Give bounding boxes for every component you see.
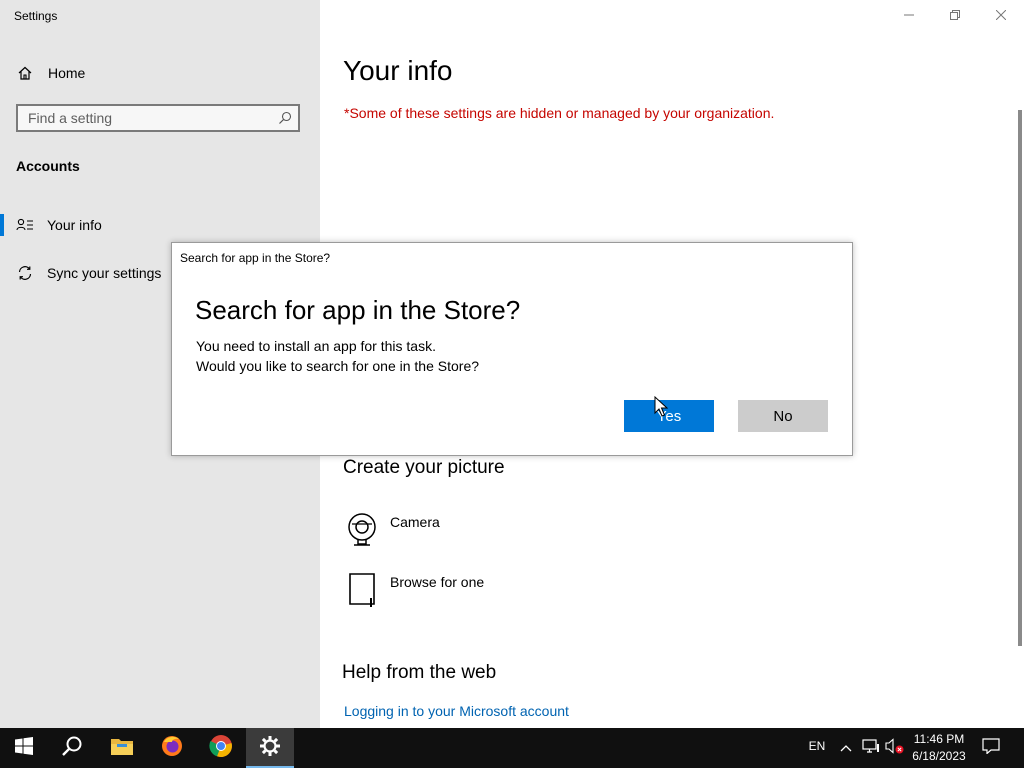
taskbar-file-explorer[interactable]: [98, 728, 146, 768]
notification-icon: [982, 737, 1000, 759]
minimize-button[interactable]: [886, 0, 932, 32]
sidebar-item-label: Your info: [47, 217, 102, 233]
browse-option[interactable]: Browse for one: [343, 570, 583, 618]
create-picture-heading: Create your picture: [343, 457, 505, 478]
sync-icon: [16, 264, 34, 282]
yes-button[interactable]: Yes: [624, 400, 714, 432]
user-card-icon: [16, 216, 34, 234]
home-icon: [16, 64, 34, 82]
dialog-caption: Search for app in the Store?: [180, 251, 331, 265]
taskbar: EN 11:46 PM 6/18/2023: [0, 728, 1024, 768]
language-indicator[interactable]: EN: [806, 739, 828, 753]
close-icon: [995, 7, 1007, 25]
clock[interactable]: 11:46 PM 6/18/2023: [905, 731, 973, 765]
help-heading: Help from the web: [342, 662, 497, 683]
restore-icon: [950, 7, 960, 25]
close-button[interactable]: [978, 0, 1024, 32]
section-title: Accounts: [16, 158, 80, 174]
search-icon: [61, 735, 83, 762]
search-box[interactable]: [16, 104, 300, 132]
sidebar-item-your-info[interactable]: Your info: [0, 205, 320, 245]
file-explorer-icon: [110, 736, 134, 761]
firefox-icon: [160, 734, 184, 763]
browse-file-icon: [343, 570, 381, 610]
action-center-button[interactable]: [981, 737, 1001, 759]
selection-indicator: [0, 214, 4, 236]
taskbar-search-button[interactable]: [48, 728, 96, 768]
search-input[interactable]: [18, 106, 278, 130]
help-link[interactable]: Logging in to your Microsoft account: [344, 703, 569, 719]
window-controls: [886, 0, 1024, 32]
camera-icon: [343, 510, 381, 550]
taskbar-settings[interactable]: [246, 728, 294, 768]
chrome-icon: [209, 734, 233, 763]
volume-muted-icon: [885, 737, 905, 759]
page-title: Your info: [343, 55, 453, 86]
camera-label: Camera: [390, 514, 440, 530]
no-button[interactable]: No: [738, 400, 828, 432]
camera-option[interactable]: Camera: [343, 510, 583, 558]
show-hidden-icons[interactable]: [836, 738, 856, 758]
network-tray[interactable]: [861, 738, 881, 758]
scrollbar[interactable]: [1018, 110, 1022, 646]
dialog-message-line: You need to install an app for this task…: [196, 338, 436, 354]
settings-gear-icon: [259, 735, 281, 762]
dialog-message-line: Would you like to search for one in the …: [196, 358, 480, 374]
nav-home-label: Home: [48, 65, 86, 81]
minimize-icon: [904, 7, 914, 25]
taskbar-firefox[interactable]: [148, 728, 196, 768]
volume-tray[interactable]: [885, 737, 905, 759]
taskbar-chrome[interactable]: [197, 728, 245, 768]
app-title: Settings: [14, 9, 58, 23]
restore-button[interactable]: [932, 0, 978, 32]
windows-start-icon: [15, 736, 33, 760]
clock-time: 11:46 PM: [913, 732, 965, 746]
store-dialog: Search for app in the Store? Search for …: [171, 242, 853, 456]
sidebar-item-label: Sync your settings: [47, 265, 162, 281]
clock-date: 6/18/2023: [912, 749, 966, 763]
org-notice: *Some of these settings are hidden or ma…: [344, 105, 775, 121]
start-button[interactable]: [0, 728, 48, 768]
search-icon[interactable]: [278, 111, 292, 130]
nav-home[interactable]: Home: [0, 53, 320, 93]
network-icon: [862, 738, 880, 759]
browse-label: Browse for one: [390, 574, 485, 590]
dialog-heading: Search for app in the Store?: [195, 295, 521, 325]
mouse-pointer-icon: [654, 395, 669, 423]
chevron-up-icon: [840, 739, 852, 757]
